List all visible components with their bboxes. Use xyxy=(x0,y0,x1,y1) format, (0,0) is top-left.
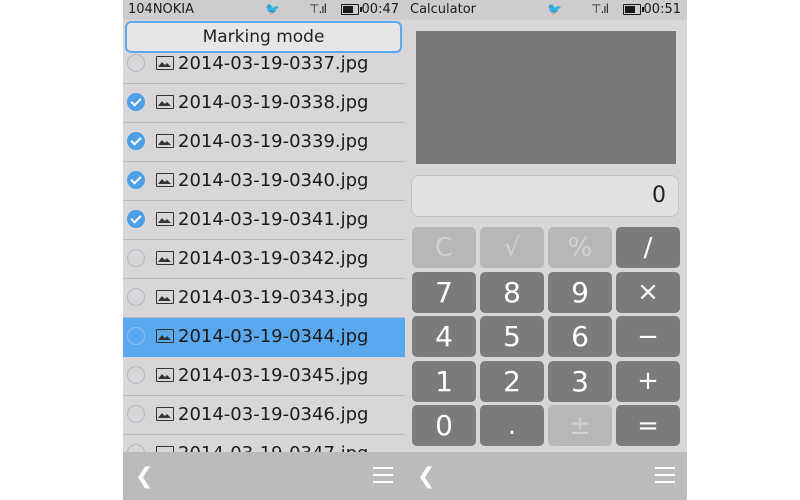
file-row[interactable]: 2014-03-19-0338.jpg xyxy=(123,84,405,123)
checked-circle-icon[interactable] xyxy=(127,210,145,228)
bottom-toolbar: ❮ xyxy=(123,452,405,500)
clock: 00:47 xyxy=(361,2,399,17)
file-name: 2014-03-19-0344.jpg xyxy=(178,326,369,347)
chevron-left-icon[interactable]: ❮ xyxy=(135,464,153,489)
key-percent: % xyxy=(548,227,612,268)
image-icon xyxy=(156,173,174,187)
battery-icon xyxy=(341,4,362,15)
unchecked-circle-icon[interactable] xyxy=(127,288,145,306)
checked-circle-icon[interactable] xyxy=(127,132,145,150)
image-icon xyxy=(156,290,174,304)
file-row[interactable]: 2014-03-19-0347.jpg xyxy=(123,435,405,452)
chevron-left-icon[interactable]: ❮ xyxy=(417,464,435,489)
file-name: 2014-03-19-0346.jpg xyxy=(178,404,369,425)
key-digit-2[interactable]: 2 xyxy=(480,360,544,402)
file-name: 2014-03-19-0338.jpg xyxy=(178,92,369,113)
key-digit-0[interactable]: 0 xyxy=(412,405,476,446)
key-minus[interactable]: − xyxy=(616,316,680,357)
calculator-display: 0 xyxy=(411,175,679,217)
unchecked-circle-icon[interactable] xyxy=(127,249,145,267)
key-multiply[interactable]: × xyxy=(616,271,680,313)
key-sqrt: √ xyxy=(480,227,544,268)
image-icon xyxy=(156,56,174,70)
file-row[interactable]: 2014-03-19-0345.jpg xyxy=(123,357,405,396)
unchecked-circle-icon[interactable] xyxy=(127,54,145,72)
file-name: 2014-03-19-0347.jpg xyxy=(178,443,369,452)
checked-circle-icon[interactable] xyxy=(127,171,145,189)
key-divide[interactable]: / xyxy=(616,227,680,268)
battery-fill xyxy=(343,6,353,13)
file-row[interactable]: 2014-03-19-0343.jpg xyxy=(123,279,405,318)
key-digit-6[interactable]: 6 xyxy=(548,316,612,357)
file-row[interactable]: 2014-03-19-0342.jpg xyxy=(123,240,405,279)
image-icon xyxy=(156,407,174,421)
key-equals[interactable]: = xyxy=(616,405,680,446)
bottom-toolbar: ❮ xyxy=(405,452,687,500)
unchecked-circle-icon[interactable] xyxy=(127,405,145,423)
file-row[interactable]: 2014-03-19-0341.jpg xyxy=(123,201,405,240)
key-digit-7[interactable]: 7 xyxy=(412,271,476,313)
key-plus-minus: ± xyxy=(548,405,612,446)
marking-mode-button[interactable]: Marking mode xyxy=(125,21,402,53)
unchecked-circle-icon[interactable] xyxy=(127,366,145,384)
key-plus[interactable]: + xyxy=(616,360,680,402)
file-row[interactable]: 2014-03-19-0339.jpg xyxy=(123,123,405,162)
key-digit-3[interactable]: 3 xyxy=(548,360,612,402)
hamburger-menu-icon[interactable] xyxy=(373,467,393,488)
key-digit-5[interactable]: 5 xyxy=(480,316,544,357)
calculator-preview-area xyxy=(416,31,676,164)
file-list[interactable]: 2014-03-19-0337.jpg 2014-03-19-0338.jpg 20… xyxy=(123,47,405,452)
file-row[interactable]: 2014-03-19-0340.jpg xyxy=(123,162,405,201)
status-bar: 104NOKIA 🐦 ⊤.ıl 00:47 xyxy=(123,0,405,20)
key-digit-8[interactable]: 8 xyxy=(480,271,544,313)
file-row[interactable]: 2014-03-19-0346.jpg xyxy=(123,396,405,435)
image-icon xyxy=(156,134,174,148)
file-manager-screen: 104NOKIA 🐦 ⊤.ıl 00:47 Marking mode 2014-… xyxy=(123,0,405,500)
file-name: 2014-03-19-0343.jpg xyxy=(178,287,369,308)
unchecked-circle-icon[interactable] xyxy=(127,327,145,345)
bird-icon: 🐦 xyxy=(547,2,562,16)
key-digit-4[interactable]: 4 xyxy=(412,316,476,357)
key-digit-9[interactable]: 9 xyxy=(548,271,612,313)
key-decimal[interactable]: . xyxy=(480,405,544,446)
carrier-name: 104NOKIA xyxy=(128,2,195,17)
image-icon xyxy=(156,251,174,265)
file-name: 2014-03-19-0342.jpg xyxy=(178,248,369,269)
battery-fill xyxy=(625,6,635,13)
file-name: 2014-03-19-0339.jpg xyxy=(178,131,369,152)
hamburger-menu-icon[interactable] xyxy=(655,467,675,488)
signal-icon: ⊤.ıl xyxy=(591,2,609,16)
signal-icon: ⊤.ıl xyxy=(309,2,327,16)
image-icon xyxy=(156,329,174,343)
file-name: 2014-03-19-0341.jpg xyxy=(178,209,369,230)
clock: 00:51 xyxy=(643,2,681,17)
app-title: Calculator xyxy=(410,2,477,17)
file-name: 2014-03-19-0345.jpg xyxy=(178,365,369,386)
file-name: 2014-03-19-0340.jpg xyxy=(178,170,369,191)
file-row[interactable]: 2014-03-19-0344.jpg xyxy=(123,318,405,357)
key-clear: C xyxy=(412,227,476,268)
image-icon xyxy=(156,368,174,382)
calculator-screen: Calculator 🐦 ⊤.ıl 00:51 0 C √%/ 7 8 9 × 4 5 6− 1 2… xyxy=(405,0,687,500)
checked-circle-icon[interactable] xyxy=(127,93,145,111)
status-bar: Calculator 🐦 ⊤.ıl 00:51 xyxy=(405,0,687,20)
file-name: 2014-03-19-0337.jpg xyxy=(178,53,369,74)
image-icon xyxy=(156,212,174,226)
key-digit-1[interactable]: 1 xyxy=(412,360,476,402)
bird-icon: 🐦 xyxy=(265,2,280,16)
image-icon xyxy=(156,95,174,109)
unchecked-circle-icon[interactable] xyxy=(127,444,145,452)
battery-icon xyxy=(623,4,644,15)
